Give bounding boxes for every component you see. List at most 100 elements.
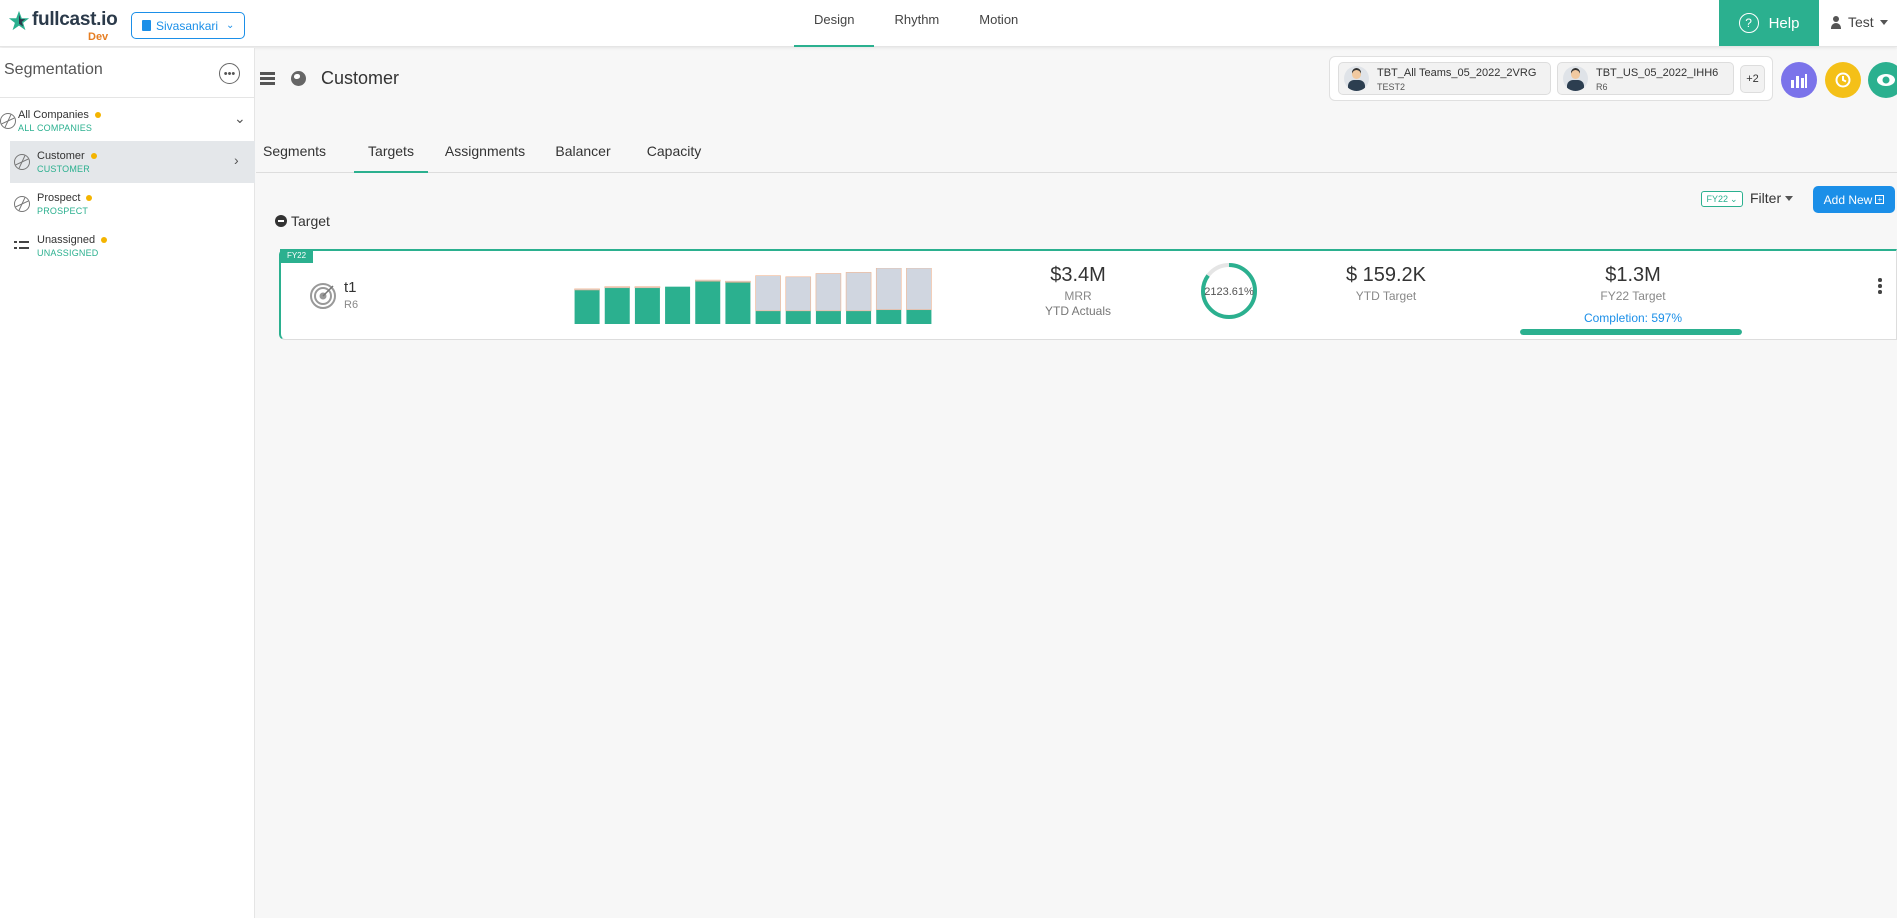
ytd-target-label: YTD Target — [1355, 289, 1417, 303]
fy-target-label: FY22 Target — [1600, 289, 1666, 303]
sidebar-item-sublabel: CUSTOMER — [37, 164, 90, 174]
target-sub: R6 — [344, 299, 359, 311]
sidebar-item-customer[interactable]: Customer CUSTOMER › — [10, 141, 255, 183]
bar-9-series-0 — [815, 310, 841, 324]
assigned-people: TBT_All Teams_05_2022_2VRG TEST2 TBT_US_… — [1329, 56, 1773, 101]
bar-5-series-1 — [694, 279, 721, 282]
tab-segments[interactable]: Segments — [263, 133, 326, 173]
fy-target-value: $1.3M — [1605, 264, 1661, 286]
nav-motion[interactable]: Motion — [959, 0, 1038, 47]
globe-icon — [0, 113, 16, 129]
user-icon — [1830, 15, 1842, 29]
status-dot — [101, 237, 108, 243]
filter-label: Filter — [1750, 190, 1782, 206]
status-dot — [90, 153, 97, 159]
person-sub: R6 — [1596, 82, 1608, 92]
mrr-value: $3.4M — [1050, 264, 1106, 286]
help-label: Help — [1768, 14, 1800, 32]
person-name: TBT_US_05_2022_IHH6 — [1596, 67, 1719, 79]
bar-2-series-0 — [604, 287, 630, 324]
nav-rhythm[interactable]: Rhythm — [874, 0, 959, 47]
section-label: Target — [291, 213, 330, 229]
tab-bar: Segments Targets Assignments Balancer Ca… — [256, 133, 1897, 173]
bar-3-series-1 — [634, 286, 661, 289]
more-options-icon[interactable]: ••• — [219, 63, 240, 84]
progress-percent: 2123.61% — [1204, 286, 1254, 298]
hamburger-icon[interactable] — [260, 72, 275, 85]
collapse-icon — [275, 215, 287, 227]
star-logo-icon — [8, 10, 30, 31]
sidebar-item-sublabel: PROSPECT — [37, 206, 89, 216]
sidebar-item-unassigned[interactable]: Unassigned UNASSIGNED — [14, 225, 255, 267]
fiscal-year-badge: FY22 — [280, 249, 313, 263]
eye-icon — [1877, 74, 1895, 86]
mrr-label: MRR — [1064, 289, 1092, 303]
avatar — [1563, 66, 1588, 91]
sidebar-item-prospect[interactable]: Prospect PROSPECT — [14, 183, 255, 225]
top-nav: Design Rhythm Motion — [794, 0, 1038, 47]
status-dot — [86, 195, 93, 201]
bar-10-series-1 — [845, 272, 872, 312]
person-name: TBT_All Teams_05_2022_2VRG — [1377, 67, 1537, 79]
caret-down-icon — [1785, 195, 1794, 201]
logo[interactable]: fullcast.io Dev — [8, 9, 118, 43]
person-chip[interactable]: TBT_All Teams_05_2022_2VRG TEST2 — [1338, 62, 1551, 95]
fiscal-year-label: FY22 — [1706, 194, 1728, 204]
chevron-down-icon: ⌄ — [226, 20, 235, 31]
completion-bar — [1520, 329, 1742, 335]
top-bar: fullcast.io Dev Sivasankari ⌄ Design Rhy… — [0, 0, 1897, 47]
logo-wordmark: fullcast.io — [32, 9, 118, 30]
kebab-menu-icon[interactable] — [1878, 278, 1882, 294]
person-sub: TEST2 — [1377, 82, 1406, 92]
bar-12-series-1 — [906, 268, 932, 311]
workspace-label: Sivasankari — [156, 18, 219, 33]
filter-dropdown[interactable]: Filter — [1750, 190, 1794, 206]
history-button[interactable] — [1825, 62, 1861, 98]
view-button[interactable] — [1868, 62, 1897, 98]
fiscal-year-select[interactable]: FY22 ⌄ — [1701, 191, 1743, 207]
avatar — [1344, 66, 1369, 91]
mrr-metric: $3.4M MRR YTD Actuals — [1018, 264, 1138, 318]
more-people-button[interactable]: +2 — [1740, 65, 1765, 93]
sidebar-title: Segmentation — [4, 61, 103, 78]
progress-donut: 2123.61% — [1201, 263, 1257, 319]
globe-icon — [291, 71, 306, 86]
tab-balancer[interactable]: Balancer — [554, 133, 612, 173]
user-menu[interactable]: Test — [1830, 14, 1888, 30]
add-new-button[interactable]: Add New + — [1813, 186, 1895, 213]
bar-4-series-0 — [665, 286, 691, 324]
mrr-sub-label: YTD Actuals — [1044, 304, 1112, 318]
target-card[interactable]: FY22 t1 R6 $3.4M MRR YTD Actuals 2123.61… — [279, 249, 1897, 340]
plus-icon: + — [1875, 195, 1885, 204]
help-button[interactable]: ? Help — [1719, 0, 1819, 46]
caret-down-icon — [1879, 19, 1888, 25]
tab-capacity[interactable]: Capacity — [646, 133, 702, 173]
sidebar-item-label: Customer — [37, 150, 85, 162]
bar-11-series-0 — [876, 309, 902, 324]
sidebar-item-all-companies[interactable]: All Companies ALL COMPANIES ⌄ — [0, 100, 255, 142]
list-icon — [14, 240, 30, 252]
nav-design[interactable]: Design — [794, 0, 875, 47]
sidebar-item-label: All Companies — [18, 109, 89, 121]
sidebar-item-label: Prospect — [37, 192, 81, 204]
bar-6-series-1 — [725, 280, 751, 283]
bar-6-series-0 — [725, 282, 751, 324]
tab-targets[interactable]: Targets — [354, 133, 428, 173]
target-section-toggle[interactable]: Target — [275, 213, 330, 229]
target-icon — [310, 283, 336, 309]
question-icon: ? — [1738, 13, 1759, 33]
globe-icon — [14, 196, 30, 212]
chevron-down-icon[interactable]: ⌄ — [234, 110, 246, 127]
person-chip[interactable]: TBT_US_05_2022_IHH6 R6 — [1557, 62, 1734, 95]
add-new-label: Add New — [1823, 192, 1873, 207]
analytics-button[interactable] — [1781, 62, 1817, 98]
tab-assignments[interactable]: Assignments — [444, 133, 526, 173]
completion-fill — [1520, 329, 1742, 335]
bar-10-series-0 — [846, 310, 872, 324]
workspace-dropdown[interactable]: Sivasankari ⌄ — [131, 12, 246, 39]
bar-3-series-0 — [634, 287, 660, 324]
bar-8-series-1 — [785, 276, 812, 312]
bar-5-series-0 — [695, 281, 721, 324]
chevron-right-icon[interactable]: › — [234, 152, 239, 168]
chevron-down-icon: ⌄ — [1729, 193, 1738, 204]
